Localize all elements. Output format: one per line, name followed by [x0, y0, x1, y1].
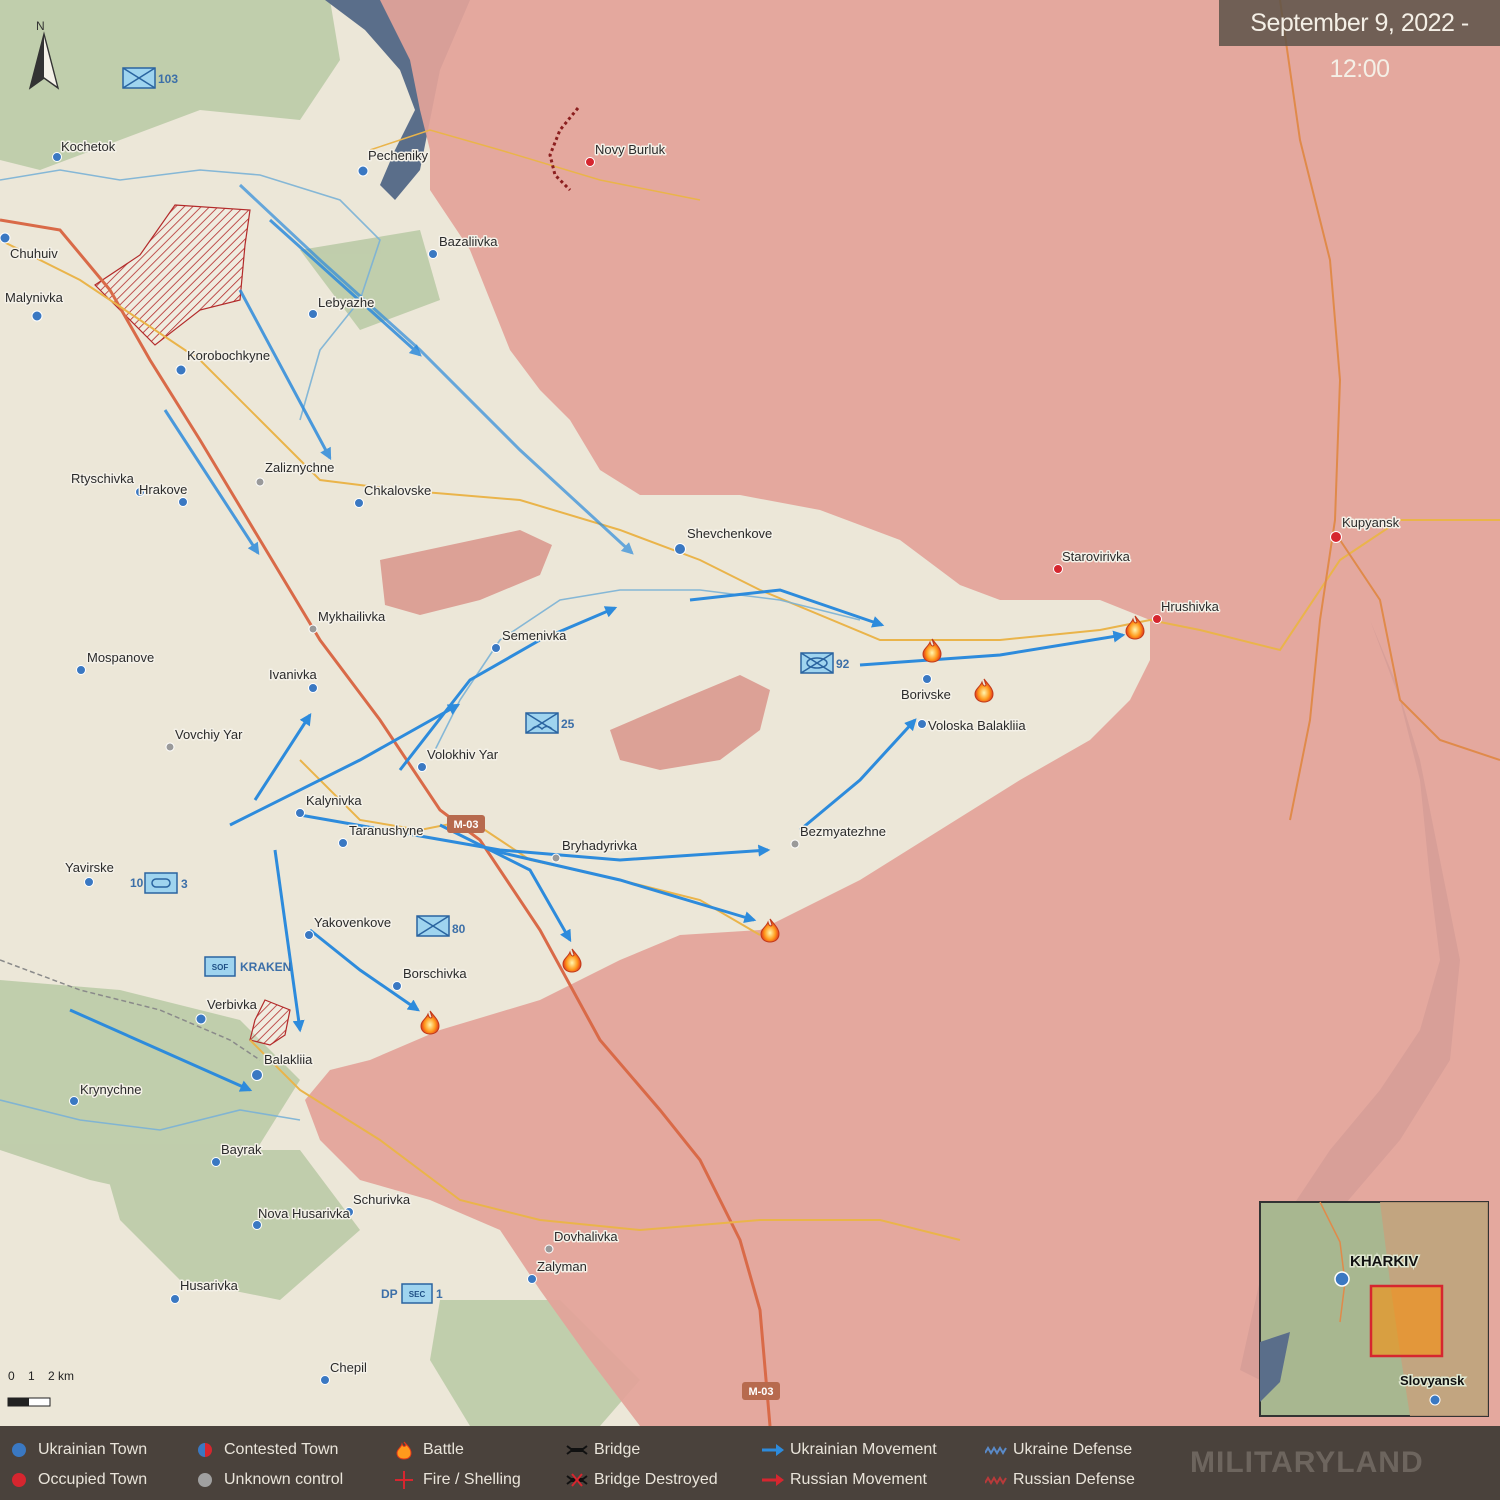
- inset-focus-box: [1369, 1284, 1444, 1358]
- svg-text:25: 25: [561, 717, 575, 731]
- svg-text:Chepil: Chepil: [330, 1360, 367, 1375]
- svg-text:M-03: M-03: [453, 819, 478, 831]
- legend-occupied-town: Occupied Town: [10, 1470, 180, 1490]
- svg-text:Semenivka: Semenivka: [502, 628, 567, 643]
- svg-text:N: N: [36, 19, 45, 33]
- svg-text:Bryhadyrivka: Bryhadyrivka: [562, 838, 638, 853]
- legend-battle: Battle: [395, 1440, 545, 1460]
- svg-text:Kochetok: Kochetok: [61, 139, 116, 154]
- svg-text:1: 1: [436, 1287, 443, 1301]
- town-marker[interactable]: Voloska Balakliia: [917, 717, 1028, 735]
- svg-text:Yavirske: Yavirske: [65, 860, 114, 875]
- svg-text:1: 1: [28, 1369, 35, 1383]
- svg-text:Hrushivka: Hrushivka: [1161, 599, 1220, 614]
- svg-text:Schurivka: Schurivka: [353, 1192, 411, 1207]
- grey-dot-icon: [198, 1473, 212, 1487]
- svg-text:2 km: 2 km: [48, 1369, 74, 1383]
- red-arrow-icon: [762, 1474, 784, 1486]
- svg-text:Bazaliivka: Bazaliivka: [439, 234, 498, 249]
- svg-text:Kalynivka: Kalynivka: [306, 793, 362, 808]
- half-dot-icon: [198, 1443, 212, 1457]
- svg-text:10: 10: [130, 876, 144, 890]
- blue-dot-icon: [12, 1443, 26, 1457]
- red-dot-icon: [12, 1473, 26, 1487]
- svg-text:Bayrak: Bayrak: [221, 1142, 262, 1157]
- svg-text:Vovchiy Yar: Vovchiy Yar: [175, 727, 243, 742]
- svg-text:Hrakove: Hrakove: [139, 482, 187, 497]
- kharkiv-marker: [1334, 1271, 1350, 1287]
- bridge-destroyed-icon: [566, 1473, 588, 1487]
- legend-russian-defense: Russian Defense: [985, 1470, 1165, 1490]
- svg-text:3: 3: [181, 877, 188, 891]
- unit-kraken-icon[interactable]: SOF KRAKEN: [204, 956, 291, 977]
- blue-arrow-icon: [762, 1444, 784, 1456]
- svg-text:SOF: SOF: [212, 963, 229, 972]
- svg-text:Borschivka: Borschivka: [403, 966, 467, 981]
- fire-icon: [396, 1441, 412, 1460]
- svg-text:Slovyansk: Slovyansk: [1400, 1373, 1465, 1388]
- svg-text:Bezmyatezhne: Bezmyatezhne: [800, 824, 886, 839]
- svg-text:KRAKEN: KRAKEN: [240, 960, 291, 974]
- svg-text:Rtyschivka: Rtyschivka: [71, 471, 135, 486]
- svg-text:0: 0: [8, 1369, 15, 1383]
- svg-text:Borivske: Borivske: [901, 687, 951, 702]
- brand-logo: MILITARYLAND: [1190, 1446, 1424, 1479]
- svg-text:103: 103: [158, 72, 178, 86]
- svg-text:Nova Husarivka: Nova Husarivka: [258, 1206, 351, 1221]
- bridge-icon: [566, 1445, 588, 1455]
- svg-text:DP: DP: [381, 1287, 398, 1301]
- svg-text:80: 80: [452, 922, 466, 936]
- legend-fire-shelling: Fire / Shelling: [395, 1470, 545, 1490]
- svg-text:Ivanivka: Ivanivka: [269, 667, 317, 682]
- svg-text:SEC: SEC: [409, 1290, 426, 1299]
- svg-text:92: 92: [836, 657, 850, 671]
- legend-contested-town: Contested Town: [196, 1440, 366, 1460]
- legend-ukrainian-movement: Ukrainian Movement: [762, 1440, 962, 1460]
- svg-text:Zalyman: Zalyman: [537, 1259, 587, 1274]
- svg-text:Korobochkyne: Korobochkyne: [187, 348, 270, 363]
- legend-russian-movement: Russian Movement: [762, 1470, 962, 1490]
- legend-ukraine-defense: Ukraine Defense: [985, 1440, 1165, 1460]
- legend-ukrainian-town: Ukrainian Town: [10, 1440, 180, 1460]
- svg-text:Krynychne: Krynychne: [80, 1082, 141, 1097]
- svg-text:Novy Burluk: Novy Burluk: [595, 142, 666, 157]
- inset-map[interactable]: KHARKIV Slovyansk: [1259, 1201, 1489, 1417]
- road-shield-m03-north: M-03: [447, 815, 485, 833]
- road-shield-m03-south: M-03: [742, 1382, 780, 1400]
- svg-text:Shevchenkove: Shevchenkove: [687, 526, 772, 541]
- red-teeth-icon: [985, 1476, 1007, 1485]
- svg-text:Taranushyne: Taranushyne: [349, 823, 423, 838]
- svg-text:Zaliznychne: Zaliznychne: [265, 460, 334, 475]
- svg-text:Chkalovske: Chkalovske: [364, 483, 431, 498]
- svg-text:Kupyansk: Kupyansk: [1342, 515, 1400, 530]
- svg-text:Verbivka: Verbivka: [207, 997, 258, 1012]
- svg-text:Dovhalivka: Dovhalivka: [554, 1229, 618, 1244]
- legend-bridge-destroyed: Bridge Destroyed: [566, 1470, 746, 1490]
- svg-text:Pecheniky: Pecheniky: [368, 148, 428, 163]
- svg-text:Voloska Balakliia: Voloska Balakliia: [928, 718, 1026, 733]
- svg-text:Chuhuiv: Chuhuiv: [10, 246, 58, 261]
- svg-text:Volokhiv Yar: Volokhiv Yar: [427, 747, 499, 762]
- blue-teeth-icon: [985, 1446, 1007, 1455]
- map-canvas[interactable]: M-03 M-03 103 92 25 80 10 3 SOF KRAKEN D…: [0, 0, 1500, 1500]
- svg-text:Malynivka: Malynivka: [5, 290, 64, 305]
- svg-text:Yakovenkove: Yakovenkove: [314, 915, 391, 930]
- legend-unknown-control: Unknown control: [196, 1470, 366, 1490]
- svg-text:KHARKIV: KHARKIV: [1350, 1253, 1418, 1270]
- svg-text:Lebyazhe: Lebyazhe: [318, 295, 374, 310]
- svg-text:Husarivka: Husarivka: [180, 1278, 239, 1293]
- svg-text:Mospanove: Mospanove: [87, 650, 154, 665]
- timestamp-banner: September 9, 2022 - 12:00: [1219, 0, 1500, 83]
- svg-text:Starovirivka: Starovirivka: [1062, 549, 1131, 564]
- svg-text:M-03: M-03: [748, 1386, 773, 1398]
- red-cross-icon: [395, 1471, 413, 1489]
- svg-text:Mykhailivka: Mykhailivka: [318, 609, 386, 624]
- legend-bridge: Bridge: [566, 1440, 746, 1460]
- svg-text:Balakliia: Balakliia: [264, 1052, 313, 1067]
